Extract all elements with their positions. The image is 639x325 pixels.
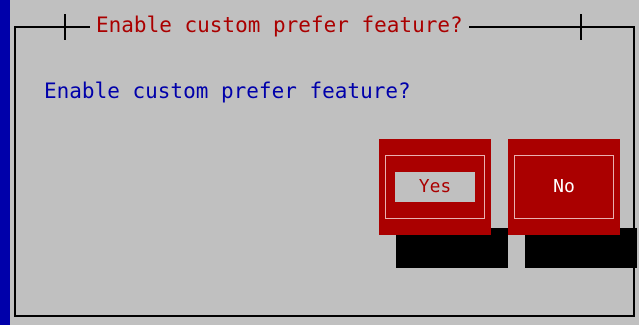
dialog-title: Enable custom prefer feature? (90, 10, 469, 40)
dialog-message: Enable custom prefer feature? (44, 79, 411, 103)
title-right-tick (580, 14, 582, 40)
no-button-label: No (553, 176, 575, 197)
title-left-tick (64, 14, 66, 40)
frame-left-border (14, 26, 16, 317)
yes-button-label: Yes (395, 172, 475, 202)
frame-bottom-border (14, 315, 635, 317)
confirm-dialog: Enable custom prefer feature? Enable cus… (10, 0, 639, 325)
no-button[interactable]: No (508, 139, 620, 235)
frame-right-border (633, 26, 635, 317)
yes-button[interactable]: Yes (379, 139, 491, 235)
